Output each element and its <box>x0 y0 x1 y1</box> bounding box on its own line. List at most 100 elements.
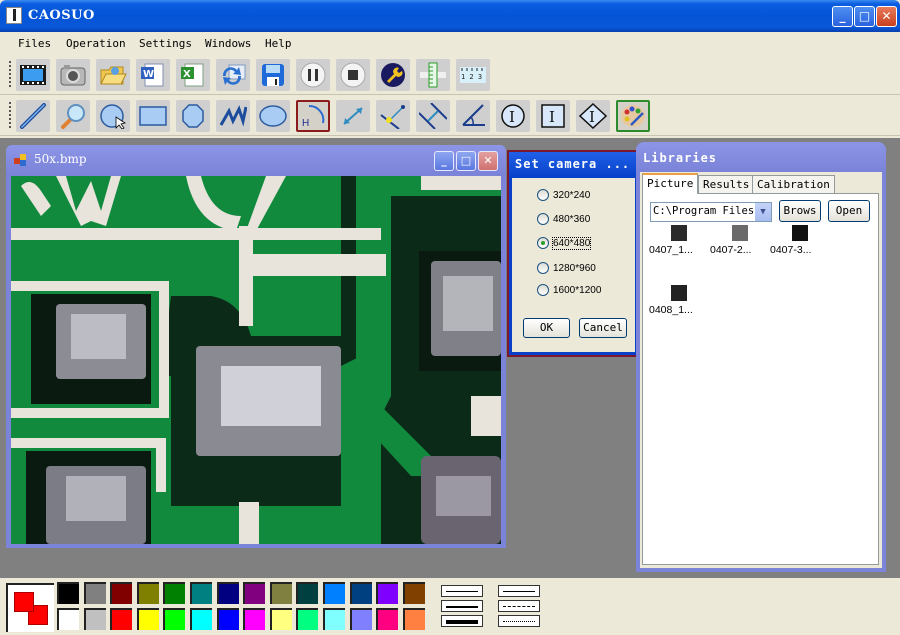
open-button[interactable] <box>96 59 130 91</box>
polygon-tool-button[interactable] <box>176 100 210 132</box>
color-swatch[interactable] <box>402 608 425 630</box>
color-swatch[interactable] <box>83 582 106 604</box>
line-width-medium[interactable] <box>441 600 483 612</box>
toolbar-grip[interactable] <box>9 102 11 130</box>
line-tool-button[interactable] <box>16 100 50 132</box>
cancel-button[interactable]: Cancel <box>579 318 627 338</box>
color-swatch[interactable] <box>216 608 239 630</box>
pause-button[interactable] <box>296 59 330 91</box>
radio-320x240[interactable]: 320*240 <box>537 189 590 201</box>
distance-tool-button[interactable] <box>336 100 370 132</box>
polyline-tool-button[interactable] <box>216 100 250 132</box>
color-swatch[interactable] <box>349 608 372 630</box>
current-colors[interactable] <box>6 583 54 632</box>
parallel-distance-button[interactable] <box>416 100 450 132</box>
path-combobox[interactable]: C:\Program Files ▼ <box>650 202 772 222</box>
horizontal-ruler-button[interactable]: 1 2 3 <box>456 59 490 91</box>
ellipse-tool-button[interactable] <box>256 100 290 132</box>
color-swatch[interactable] <box>216 582 239 604</box>
tab-calibration[interactable]: Calibration <box>752 175 835 193</box>
microscope-image[interactable] <box>11 176 501 544</box>
diamond-text-tool-button[interactable]: I <box>576 100 610 132</box>
thumbnail-item[interactable]: 0407-2... <box>710 225 770 256</box>
color-swatch[interactable] <box>269 608 292 630</box>
menu-operation[interactable]: Operation <box>66 37 126 50</box>
chevron-down-icon[interactable]: ▼ <box>755 203 771 221</box>
tab-picture[interactable]: Picture <box>642 173 699 194</box>
thumbnail-item[interactable]: 0408_1... <box>649 285 709 316</box>
image-window-titlebar[interactable]: 50x.bmp _ □ ✕ <box>6 145 506 175</box>
minimize-button[interactable]: _ <box>832 6 853 27</box>
line-style-solid[interactable] <box>498 585 540 597</box>
color-swatch[interactable] <box>136 582 159 604</box>
set-camera-titlebar[interactable]: Set camera ... <box>509 152 638 178</box>
color-swatch[interactable] <box>83 608 106 630</box>
radio-1280x960[interactable]: 1280*960 <box>537 262 596 274</box>
image-close-button[interactable]: ✕ <box>478 151 498 171</box>
color-swatch[interactable] <box>349 582 372 604</box>
color-swatch[interactable] <box>376 608 399 630</box>
capture-button[interactable] <box>56 59 90 91</box>
thumbnail-item[interactable]: 0407_1... <box>649 225 709 256</box>
zoom-tool-button[interactable] <box>56 100 90 132</box>
color-swatch[interactable] <box>296 608 319 630</box>
thumbnail-item[interactable]: 0407-3... <box>770 225 830 256</box>
arc-height-tool-button[interactable]: H <box>296 100 330 132</box>
foreground-color-swatch[interactable] <box>14 592 34 612</box>
color-swatch[interactable] <box>190 608 212 630</box>
circle-tool-button[interactable] <box>96 100 130 132</box>
refresh-button[interactable] <box>216 59 250 91</box>
color-swatch[interactable] <box>376 582 399 604</box>
color-swatch[interactable] <box>163 582 186 604</box>
ok-button[interactable]: OK <box>523 318 570 338</box>
maximize-button[interactable]: □ <box>854 6 875 27</box>
color-swatch[interactable] <box>296 582 319 604</box>
color-swatch[interactable] <box>323 608 345 630</box>
color-swatch[interactable] <box>323 582 345 604</box>
menu-help[interactable]: Help <box>265 37 292 50</box>
stop-button[interactable] <box>336 59 370 91</box>
radio-1600x1200[interactable]: 1600*1200 <box>537 284 601 296</box>
color-swatch[interactable] <box>163 608 186 630</box>
browse-button[interactable]: Brows <box>779 200 821 222</box>
menu-windows[interactable]: Windows <box>205 37 251 50</box>
color-swatch[interactable] <box>190 582 212 604</box>
image-minimize-button[interactable]: _ <box>434 151 454 171</box>
close-button[interactable]: ✕ <box>876 6 897 27</box>
export-excel-button[interactable]: X <box>176 59 210 91</box>
circle-text-tool-button[interactable]: I <box>496 100 530 132</box>
line-width-thick[interactable] <box>441 615 483 627</box>
video-button[interactable] <box>16 59 50 91</box>
vertical-ruler-button[interactable] <box>416 59 450 91</box>
color-swatch[interactable] <box>136 608 159 630</box>
toolbar-grip[interactable] <box>9 61 11 89</box>
app-titlebar[interactable]: CAOSUO _ □ ✕ <box>0 0 900 32</box>
radio-640x480[interactable]: 640*480 <box>537 236 592 250</box>
box-text-tool-button[interactable]: I <box>536 100 570 132</box>
color-swatch[interactable] <box>243 582 266 604</box>
color-swatch[interactable] <box>243 608 266 630</box>
color-swatch[interactable] <box>402 582 425 604</box>
line-style-dash-dot[interactable] <box>498 600 540 612</box>
open-button[interactable]: Open <box>828 200 870 222</box>
export-word-button[interactable]: W <box>136 59 170 91</box>
color-swatch[interactable] <box>57 582 79 604</box>
rectangle-tool-button[interactable] <box>136 100 170 132</box>
save-button[interactable] <box>256 59 290 91</box>
libraries-titlebar[interactable]: Libraries <box>636 142 886 172</box>
color-swatch[interactable] <box>110 582 133 604</box>
line-style-dotted[interactable] <box>498 615 540 627</box>
image-maximize-button[interactable]: □ <box>456 151 476 171</box>
line-width-thin[interactable] <box>441 585 483 597</box>
settings-button[interactable] <box>376 59 410 91</box>
color-palette-button[interactable] <box>616 100 650 132</box>
point-line-distance-button[interactable] <box>376 100 410 132</box>
color-swatch[interactable] <box>269 582 292 604</box>
menu-settings[interactable]: Settings <box>139 37 192 50</box>
color-swatch[interactable] <box>57 608 79 630</box>
menu-files[interactable]: Files <box>18 37 51 50</box>
angle-tool-button[interactable] <box>456 100 490 132</box>
radio-480x360[interactable]: 480*360 <box>537 213 590 225</box>
color-swatch[interactable] <box>110 608 133 630</box>
tab-results[interactable]: Results <box>698 175 755 193</box>
